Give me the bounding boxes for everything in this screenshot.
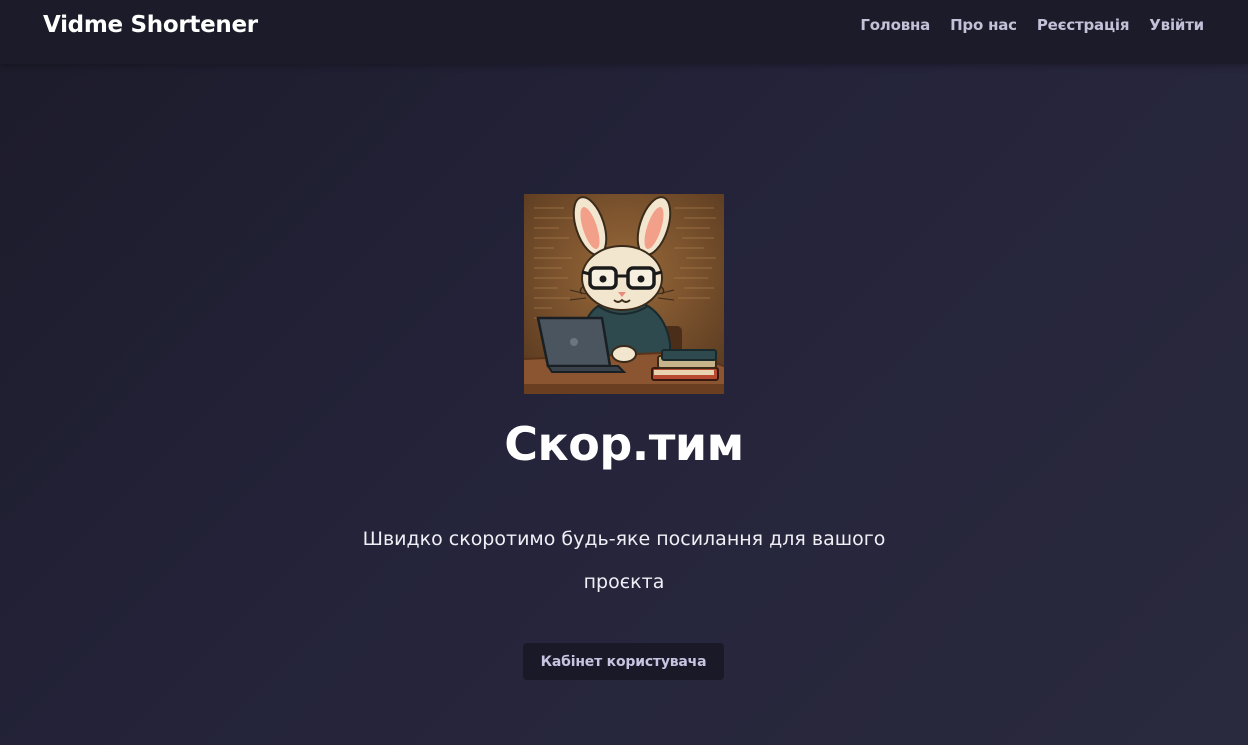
nav-link-home[interactable]: Головна (860, 16, 930, 34)
bunny-coder-illustration (524, 194, 724, 394)
nav-link-register[interactable]: Реєстрація (1037, 16, 1130, 34)
hero-illustration (524, 194, 724, 394)
hero-title: Скор.тим (504, 417, 744, 471)
nav-link-about[interactable]: Про нас (950, 16, 1017, 34)
nav-link-login[interactable]: Увійти (1149, 16, 1204, 34)
user-dashboard-button[interactable]: Кабінет користувача (523, 643, 724, 680)
brand-logo-link[interactable]: Vidme Shortener (43, 12, 258, 38)
nav-links: Головна Про нас Реєстрація Увійти (860, 16, 1204, 34)
navbar: Vidme Shortener Головна Про нас Реєстрац… (0, 0, 1248, 64)
hero-subtitle: Швидко скоротимо будь-яке посилання для … (362, 528, 886, 593)
